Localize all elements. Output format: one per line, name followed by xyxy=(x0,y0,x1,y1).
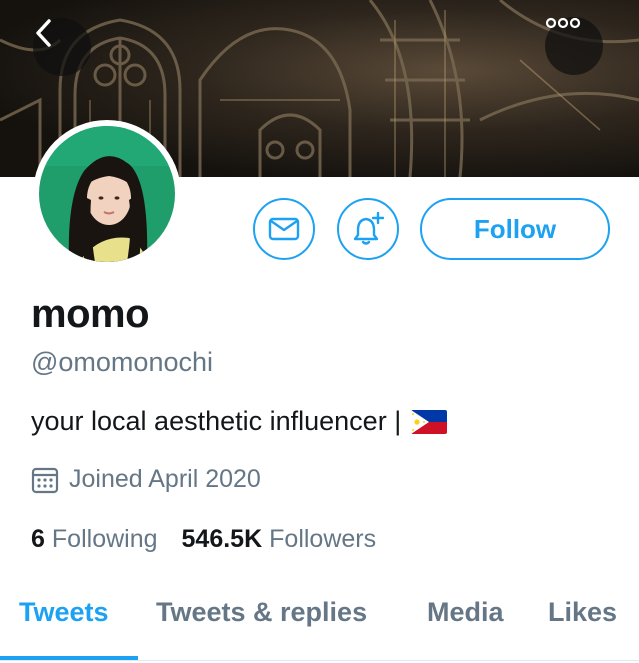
avatar[interactable] xyxy=(33,120,181,268)
joined-date: Joined April 2020 xyxy=(31,465,261,494)
followers-count: 546.5K xyxy=(181,525,263,553)
bell-plus-icon xyxy=(353,211,385,245)
profile-handle: @omomonochi xyxy=(31,347,213,377)
tab-tweets[interactable]: Tweets xyxy=(19,597,109,628)
profile-name: momo xyxy=(31,292,150,336)
following-label: Following xyxy=(51,525,158,553)
follow-button[interactable]: Follow xyxy=(420,198,610,260)
ellipsis-icon xyxy=(545,17,581,29)
profile-stats: 6 Following 546.5K Followers xyxy=(31,525,376,554)
tab-likes[interactable]: Likes xyxy=(548,597,617,628)
followers-label: Followers xyxy=(269,525,377,553)
joined-text: Joined April 2020 xyxy=(69,465,261,493)
profile-tabs: Tweets Tweets & replies Media Likes xyxy=(0,585,639,663)
avatar-image xyxy=(39,126,175,262)
back-button[interactable] xyxy=(33,18,91,76)
tab-media[interactable]: Media xyxy=(427,597,504,628)
following-link[interactable]: 6 Following xyxy=(31,525,158,554)
following-count: 6 xyxy=(31,525,45,553)
chevron-left-icon xyxy=(36,19,51,47)
tabs-divider xyxy=(0,660,639,661)
envelope-icon xyxy=(268,217,300,241)
followers-link[interactable]: 546.5K Followers xyxy=(182,525,377,554)
message-button[interactable] xyxy=(253,198,315,260)
tab-tweets-replies[interactable]: Tweets & replies xyxy=(156,597,367,628)
profile-bio: your local aesthetic influencer | xyxy=(31,406,448,437)
notifications-button[interactable] xyxy=(337,198,399,260)
more-options-button[interactable] xyxy=(545,17,603,75)
bio-text: your local aesthetic influencer | xyxy=(31,406,402,436)
philippines-flag-icon xyxy=(411,409,448,434)
calendar-icon xyxy=(31,467,59,493)
